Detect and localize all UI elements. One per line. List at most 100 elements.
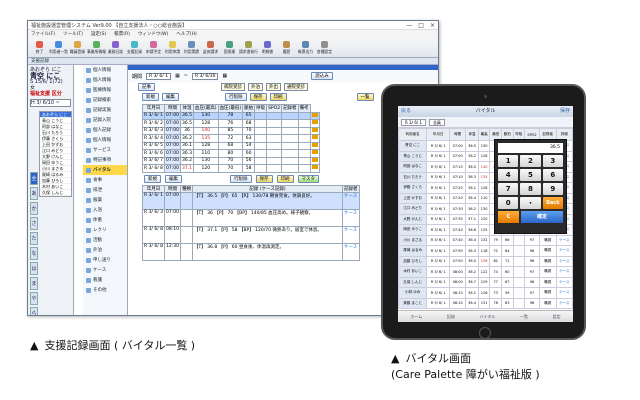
event-tag[interactable]: 通院受診 <box>284 83 308 91</box>
event-tag[interactable]: 外泊 <box>248 83 263 91</box>
kana-index-tab[interactable]: ま <box>30 277 38 290</box>
tablet-row[interactable]: 尾崎 はるみ R 3/ 6/ 1 07:50 36.3 118 72 64 98 職員 ケース <box>398 245 573 257</box>
tab-bar-item[interactable]: 記録 <box>447 314 455 320</box>
menu-item[interactable]: 帳票(R) <box>114 31 130 37</box>
toolbar-button[interactable]: 業務日誌 <box>106 41 125 55</box>
kana-index-tab[interactable]: や <box>30 292 38 305</box>
record-row[interactable]: R 3/ 6/ 8 12:30 【T】 36.8 【P】 60 昼食後、体温再測定。… <box>141 242 360 261</box>
vital-row[interactable]: R 3/ 6/ 8 07:00 37.1 120 70 58 <box>141 164 320 173</box>
nav-item[interactable]: 記録実施 <box>83 105 127 115</box>
toolbar-button[interactable]: 国保連 <box>220 41 239 55</box>
nav-item[interactable]: 個人情報 <box>83 75 127 85</box>
close-button[interactable]: × <box>430 22 435 29</box>
vital-delete-button[interactable]: 行削除 <box>225 93 247 101</box>
toolbar-button[interactable]: 履歴 <box>277 41 296 55</box>
vital-print-button[interactable]: 印刷 <box>269 93 287 101</box>
keypad-key[interactable]: 0 <box>498 197 519 209</box>
nav-item[interactable]: 個人情報 <box>83 65 127 75</box>
back-button[interactable]: 戻る <box>401 106 411 117</box>
menu-item[interactable]: ウィンドウ(W) <box>138 31 168 37</box>
tablet-row[interactable]: 小林 ゆみ R 3/ 6/ 1 08:10 36.1 126 73 59 97 職員 ケース <box>398 287 573 299</box>
keypad-key[interactable]: 1 <box>498 155 519 167</box>
nav-item[interactable]: 食事 <box>83 175 127 185</box>
record-cell[interactable]: ケース <box>342 208 360 227</box>
tablet-row[interactable]: 小川 まさる R 3/ 6/ 1 07:40 36.4 132 79 66 97 職員 ケース <box>398 234 573 246</box>
tab-bar-item[interactable]: 設定 <box>553 314 561 320</box>
nav-item[interactable]: 活動 <box>83 235 127 245</box>
row-marker-icon[interactable] <box>311 157 318 162</box>
patient-period[interactable]: H 3/ 6/10 ~ <box>30 99 71 107</box>
row-marker-icon[interactable] <box>311 142 318 147</box>
toolbar-button[interactable]: 利用者一覧 <box>49 41 68 55</box>
calendar-icon[interactable]: ▦ <box>222 73 227 79</box>
tablet-date-field[interactable]: R 3/ 6/ 1 <box>401 118 426 126</box>
calendar-icon[interactable]: ▦ <box>175 73 180 79</box>
keypad-key[interactable]: 9 <box>542 183 563 195</box>
row-marker-icon[interactable] <box>311 112 318 117</box>
nav-item[interactable]: 記録入院 <box>83 115 127 125</box>
nav-item[interactable]: サービス <box>83 145 127 155</box>
keypad-key[interactable]: ・ <box>520 197 541 209</box>
keypad-key[interactable]: 4 <box>498 169 519 181</box>
nav-item[interactable]: 入浴 <box>83 205 127 215</box>
record-delete-button[interactable]: 行削除 <box>230 174 252 183</box>
tablet-cell[interactable]: ケース <box>555 276 573 288</box>
toolbar-button[interactable]: 返戻請求 <box>201 41 220 55</box>
tablet-row[interactable]: 木村 あいこ R 3/ 6/ 1 08:00 36.2 122 74 60 97 職員 ケース <box>398 266 573 278</box>
patient-list-item[interactable]: 久保 しんじ <box>40 190 71 196</box>
tag-notes[interactable]: 記事 <box>138 83 155 91</box>
nav-item[interactable]: 体重 <box>83 215 127 225</box>
row-marker-icon[interactable] <box>311 127 318 132</box>
toolbar-button[interactable]: 職員登録 <box>68 41 87 55</box>
tablet-cell[interactable]: ケース <box>555 287 573 299</box>
date-to-field[interactable]: R 3/ 6/30 <box>192 72 219 80</box>
menu-item[interactable]: ツール(T) <box>63 31 83 37</box>
vital-row[interactable]: R 3/ 6/ 3 07:00 36 140 85 70 <box>141 126 320 135</box>
nav-item[interactable]: ケース <box>83 265 127 275</box>
menu-item[interactable]: ヘルプ(H) <box>176 31 196 37</box>
list-button[interactable]: 一覧 <box>356 93 374 101</box>
nav-item[interactable]: その他 <box>83 285 127 295</box>
kana-index-tab[interactable]: は <box>30 262 38 275</box>
nav-item[interactable]: レクリ <box>83 225 127 235</box>
keypad-key[interactable]: 8 <box>520 183 541 195</box>
kana-index-tab[interactable]: た <box>30 232 38 245</box>
toolbar-button[interactable]: 利用実績 <box>182 41 201 55</box>
maximize-button[interactable]: □ <box>418 22 424 29</box>
nav-item[interactable]: 外泊 <box>83 245 127 255</box>
new-button[interactable]: 新規 <box>142 93 159 101</box>
record-master-button[interactable]: マスタ <box>297 174 319 183</box>
record-cell[interactable]: ケース <box>342 242 360 261</box>
nav-item[interactable]: 排泄 <box>83 185 127 195</box>
keypad-key[interactable]: 7 <box>498 183 519 195</box>
tablet-cell[interactable]: ケース <box>555 266 573 278</box>
record-cell[interactable]: ケース <box>342 225 360 244</box>
tablet-cell[interactable]: ケース <box>555 255 573 267</box>
toolbar-button[interactable]: 各種設定 <box>315 41 334 55</box>
kana-index-tab[interactable]: さ <box>30 217 38 230</box>
kana-index-tab[interactable]: か <box>30 202 38 215</box>
record-row[interactable]: R 3/ 6/ 8 08:10 【T】 37.1 【P】 58 【BP】 120/7… <box>141 225 360 244</box>
record-row[interactable]: R 3/ 6/ 3 07:00 【T】 36 【P】 70 【BP】 140/85 … <box>141 208 360 227</box>
menu-item[interactable]: 設定(S) <box>91 31 106 37</box>
vital-save-button[interactable]: 保存 <box>249 93 267 101</box>
keypad-key[interactable]: 6 <box>542 169 563 181</box>
toolbar-button[interactable]: 申請予定 <box>144 41 163 55</box>
kana-index-tab[interactable]: 全 <box>30 172 38 185</box>
nav-item[interactable]: 個人情報 <box>83 135 127 145</box>
toolbar-button[interactable]: 終了 <box>30 41 49 55</box>
tablet-cell[interactable]: ケース <box>555 245 573 257</box>
row-marker-icon[interactable] <box>311 120 318 125</box>
vital-row[interactable]: R 3/ 6/ 4 07:00 36.2 135 72 63 <box>141 134 320 143</box>
tablet-save-button[interactable]: 保存 <box>560 106 570 117</box>
vital-row[interactable]: R 3/ 6/ 7 07:00 36.2 130 70 56 <box>141 156 320 165</box>
nav-item[interactable]: バイタル <box>83 165 127 175</box>
toolbar-button[interactable]: 明細書 <box>258 41 277 55</box>
row-marker-icon[interactable] <box>311 150 318 155</box>
nav-item[interactable]: 服薬 <box>83 195 127 205</box>
event-tag[interactable]: 病院受診 <box>221 83 245 91</box>
record-cell[interactable]: ケース <box>342 191 360 210</box>
keypad-key[interactable]: 3 <box>542 155 563 167</box>
row-marker-icon[interactable] <box>311 165 318 170</box>
home-button[interactable] <box>479 327 491 339</box>
